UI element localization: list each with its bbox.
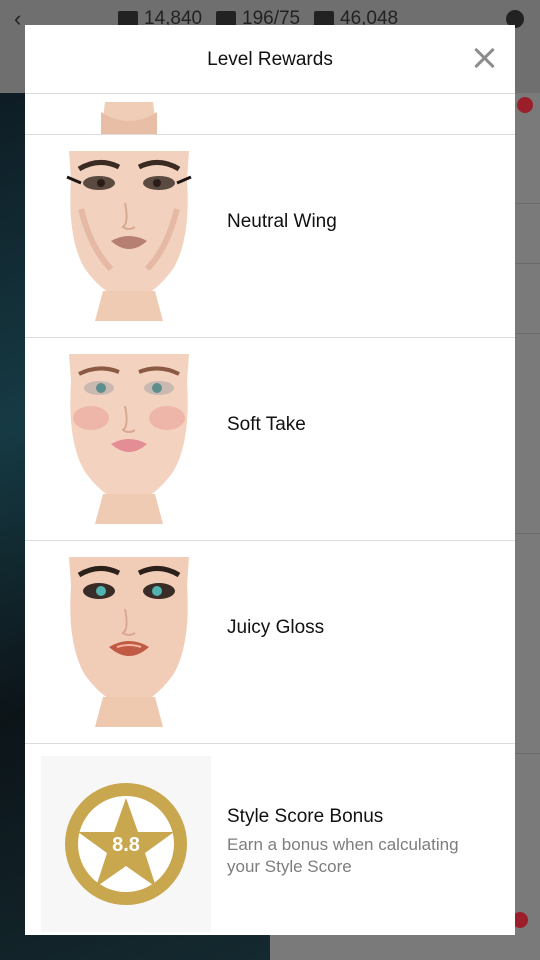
bonus-description: Earn a bonus when calculating your Style… [227, 835, 459, 876]
reward-name: Neutral Wing [227, 211, 337, 232]
makeup-face-image [69, 354, 189, 524]
reward-item: Neutral Wing [25, 135, 515, 338]
reward-name: Juicy Gloss [227, 617, 325, 638]
makeup-face-image [66, 151, 192, 321]
notification-badge [517, 97, 533, 113]
reward-item: Juicy Gloss [25, 541, 515, 744]
modal-title: Level Rewards [207, 49, 333, 70]
level-rewards-modal: Level Rewards Neutral Wing Soft Take Jui… [25, 25, 515, 935]
style-score-badge: 8.8 [41, 756, 211, 932]
back-arrow-icon[interactable]: ‹ [14, 6, 21, 32]
makeup-face-image [101, 102, 157, 134]
rewards-list[interactable]: Neutral Wing Soft Take Juicy Gloss 8.8 S… [25, 94, 515, 935]
modal-header: Level Rewards [25, 25, 515, 94]
style-score-value: 8.8 [112, 834, 140, 856]
style-score-bonus-item: 8.8 Style Score Bonus Earn a bonus when … [25, 744, 515, 935]
reward-item: Soft Take [25, 338, 515, 541]
bonus-title: Style Score Bonus [227, 806, 384, 827]
star-badge-icon: 8.8 [65, 783, 187, 905]
reward-item [25, 94, 515, 135]
close-icon[interactable] [471, 45, 497, 71]
reward-name: Soft Take [227, 414, 306, 435]
makeup-face-image [69, 557, 189, 727]
